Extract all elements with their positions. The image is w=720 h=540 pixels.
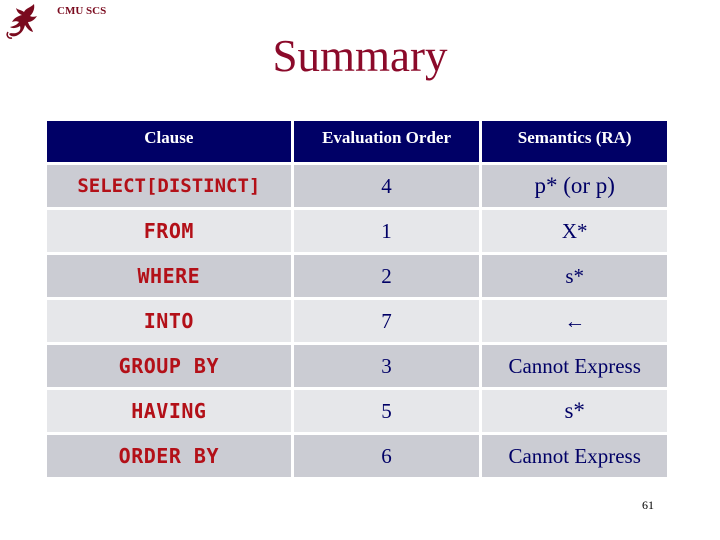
summary-table: Clause Evaluation Order Semantics (RA) S…	[44, 118, 670, 480]
order-cell: 7	[293, 300, 480, 342]
column-header-semantics: Semantics (RA)	[482, 121, 667, 162]
order-cell: 5	[293, 390, 480, 432]
table-row: HAVING 5 s*	[47, 390, 667, 432]
order-cell: 1	[293, 210, 480, 252]
clause-cell: WHERE	[47, 255, 291, 297]
table-row: INTO 7 ←	[47, 300, 667, 342]
clause-cell: SELECT[DISTINCT]	[47, 165, 291, 207]
semantics-cell: Cannot Express	[482, 345, 667, 387]
table-row: WHERE 2 s*	[47, 255, 667, 297]
semantics-cell: s*	[482, 255, 667, 297]
table-row: SELECT[DISTINCT] 4 p* (or p)	[47, 165, 667, 207]
clause-cell: ORDER BY	[47, 435, 291, 477]
semantics-cell: Cannot Express	[482, 435, 667, 477]
clause-cell: FROM	[47, 210, 291, 252]
clause-cell: INTO	[47, 300, 291, 342]
clause-cell: GROUP BY	[47, 345, 291, 387]
order-cell: 2	[293, 255, 480, 297]
page-number: 61	[642, 498, 654, 512]
slide-title: Summary	[272, 31, 448, 81]
order-cell: 6	[293, 435, 480, 477]
clause-cell: HAVING	[47, 390, 291, 432]
table-header-row: Clause Evaluation Order Semantics (RA)	[47, 121, 667, 162]
org-label: CMU SCS	[57, 5, 107, 17]
table-row: GROUP BY 3 Cannot Express	[47, 345, 667, 387]
table-row: FROM 1 X*	[47, 210, 667, 252]
column-header-clause: Clause	[47, 121, 291, 162]
order-cell: 3	[293, 345, 480, 387]
column-header-evaluation-order: Evaluation Order	[293, 121, 480, 162]
semantics-cell: s*	[482, 390, 667, 432]
order-cell: 4	[293, 165, 480, 207]
semantics-cell: X*	[482, 210, 667, 252]
left-arrow-icon: ←	[482, 300, 667, 342]
table-row: ORDER BY 6 Cannot Express	[47, 435, 667, 477]
semantics-cell: p* (or p)	[482, 165, 667, 207]
